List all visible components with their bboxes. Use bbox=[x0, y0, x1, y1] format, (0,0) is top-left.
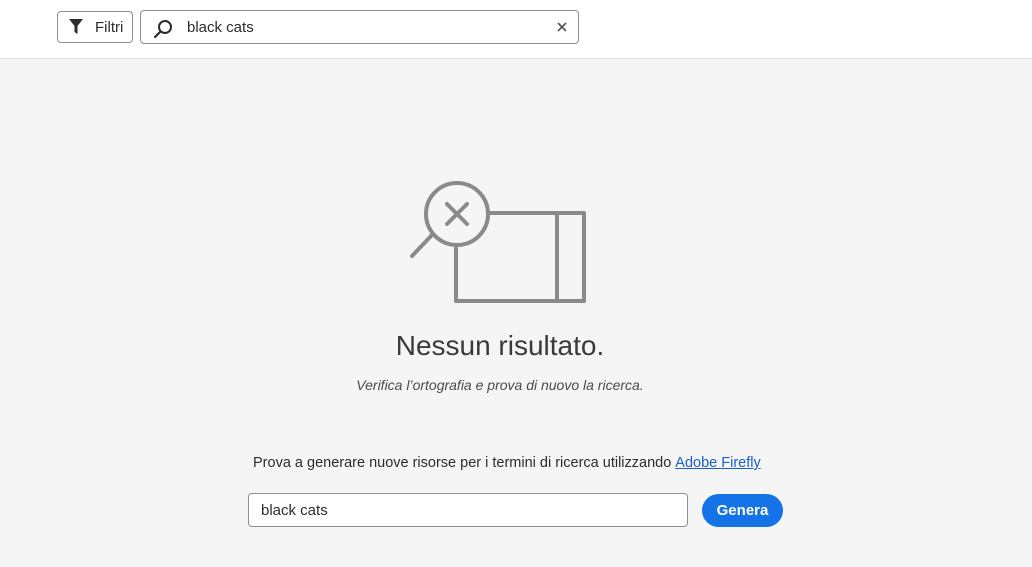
generate-prompt-input[interactable] bbox=[248, 493, 688, 527]
generate-button[interactable]: Genera bbox=[702, 494, 783, 527]
filter-icon bbox=[68, 18, 84, 36]
no-results-subtitle: Verifica l’ortografia e prova di nuovo l… bbox=[356, 377, 644, 393]
search-icon bbox=[153, 19, 173, 39]
firefly-prompt: Prova a generare nuove risorse per i ter… bbox=[253, 455, 761, 471]
clear-search-button[interactable] bbox=[554, 19, 570, 35]
no-results-illustration bbox=[404, 178, 592, 306]
adobe-firefly-link[interactable]: Adobe Firefly bbox=[675, 455, 760, 471]
firefly-prompt-text: Prova a generare nuove risorse per i ter… bbox=[253, 455, 672, 471]
search-input[interactable] bbox=[187, 15, 537, 39]
filters-button[interactable]: Filtri bbox=[57, 11, 133, 43]
close-icon bbox=[557, 22, 567, 32]
no-results-title-text: Nessun risultato. bbox=[395, 330, 605, 361]
filters-button-label: Filtri bbox=[95, 18, 124, 36]
no-results-title: Nessun risultato. bbox=[0, 330, 1000, 362]
top-toolbar: Filtri bbox=[0, 0, 1032, 59]
search-field[interactable] bbox=[140, 10, 579, 44]
